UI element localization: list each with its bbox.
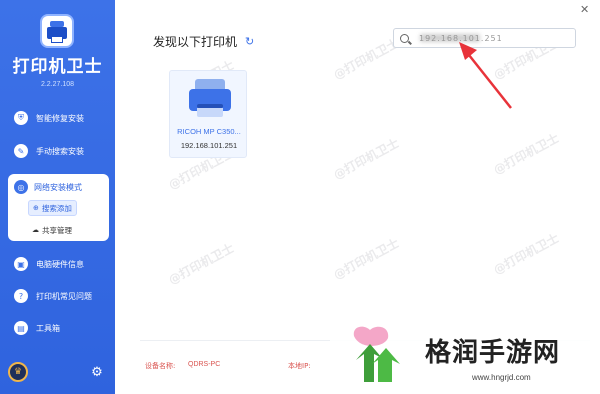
sub-item-label: 搜索添加 (41, 203, 72, 213)
leaf-logo-icon (353, 326, 400, 382)
printer-icon (187, 77, 233, 123)
sidebar-item-smart-repair[interactable]: ⛨ 智能修复安装 (14, 107, 84, 129)
heading-text: 发现以下打印机 (153, 35, 238, 49)
sub-item-share-manage[interactable]: ☁ 共享管理 (28, 222, 76, 238)
site-logo: 格润手游网 www.hngrjd.com (330, 312, 600, 394)
sidebar-item-printer-faq[interactable]: ? 打印机常见问题 (14, 285, 92, 307)
sidebar-item-hardware-info[interactable]: ▣ 电脑硬件信息 (14, 253, 84, 275)
local-ip-label: 本地IP: (288, 362, 311, 370)
watermark: @打印机卫士 (331, 235, 402, 283)
printer-paper (197, 108, 223, 117)
app-version: 2.2.27.108 (40, 81, 75, 88)
sub-item-label: 共享管理 (42, 225, 72, 235)
printer-name: RICOH MP C350... (177, 127, 241, 136)
toolbox-icon: ▤ (14, 321, 28, 335)
add-search-icon: ⊕ (33, 204, 39, 212)
site-url: www.hngrjd.com (472, 373, 531, 382)
watermark: @打印机卫士 (166, 240, 237, 288)
printer-card[interactable]: RICOH MP C350... 192.168.101.251 (169, 70, 247, 158)
sidebar-item-network-mode[interactable]: ◎ 网络安装模式 ⊕ 搜索添加 ☁ 共享管理 (8, 174, 109, 241)
printer-ip: 192.168.101.251 (180, 141, 238, 150)
faq-icon: ? (14, 289, 28, 303)
sidebar: 打印机卫士 2.2.27.108 ⛨ 智能修复安装 ✎ 手动搜索安装 ◎ 网络安… (0, 0, 115, 394)
watermark: @打印机卫士 (491, 130, 562, 178)
sidebar-item-manual-search[interactable]: ✎ 手动搜索安装 (14, 140, 84, 162)
app-logo-icon (40, 14, 74, 48)
printer-guardian-app: 打印机卫士 2.2.27.108 ⛨ 智能修复安装 ✎ 手动搜索安装 ◎ 网络安… (0, 0, 600, 394)
printer-top (195, 79, 225, 89)
sidebar-item-label: 电脑硬件信息 (36, 259, 84, 269)
sidebar-item-label: 手动搜索安装 (36, 146, 84, 156)
gear-icon[interactable]: ⚙ (90, 366, 104, 380)
avatar[interactable]: ♛ (8, 362, 28, 382)
page-title: 发现以下打印机 ↻ (153, 33, 254, 50)
search-icon (400, 33, 409, 43)
network-mode-header[interactable]: ◎ 网络安装模式 (14, 179, 82, 195)
sub-item-search-add[interactable]: ⊕ 搜索添加 (28, 200, 77, 216)
logo-printer-paper (51, 36, 63, 43)
sidebar-item-label: 打印机常见问题 (36, 291, 92, 301)
device-name-value: QDRS-PC (188, 361, 221, 368)
refresh-icon[interactable]: ↻ (245, 35, 254, 48)
watermark: @打印机卫士 (491, 230, 562, 278)
sidebar-item-label: 网络安装模式 (34, 182, 82, 192)
site-name: 格润手游网 (425, 338, 561, 368)
close-icon[interactable]: ✕ (580, 3, 589, 16)
sidebar-item-label: 智能修复安装 (36, 113, 84, 123)
cloud-icon: ☁ (32, 226, 39, 234)
wrench-icon: ✎ (14, 144, 28, 158)
watermark: @打印机卫士 (331, 135, 402, 183)
pointer-arrow-icon (459, 42, 512, 109)
hardware-icon: ▣ (14, 257, 28, 271)
sidebar-item-toolbox[interactable]: ▤ 工具箱 (14, 317, 60, 339)
network-icon: ◎ (14, 180, 28, 194)
watermark: @打印机卫士 (331, 35, 402, 83)
device-name-label: 设备名称: (145, 362, 176, 370)
app-name: 打印机卫士 (12, 57, 103, 77)
repair-icon: ⛨ (14, 111, 28, 125)
sidebar-item-label: 工具箱 (36, 323, 60, 333)
